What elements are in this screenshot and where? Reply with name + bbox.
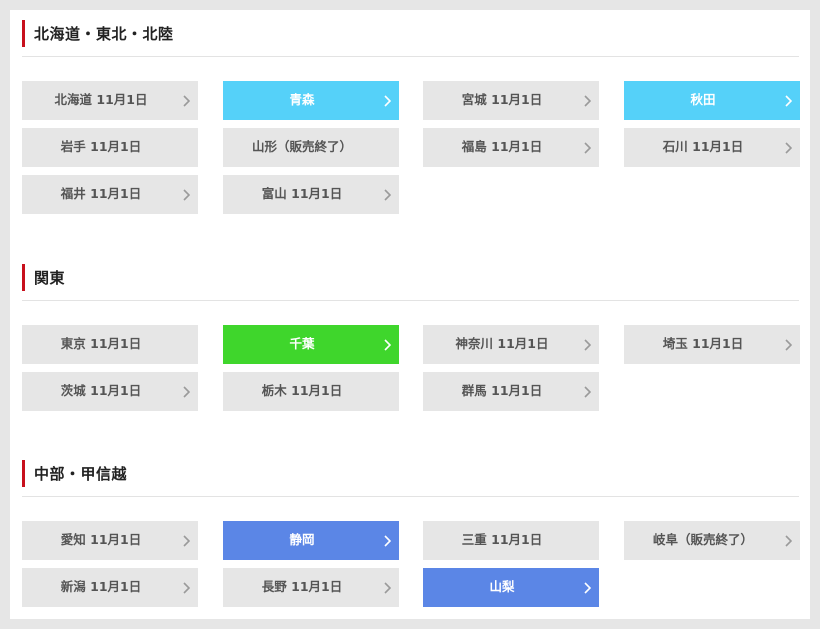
prefecture-label: 新潟 11月1日 <box>60 579 142 594</box>
prefecture-button[interactable]: 愛知 11月1日 <box>22 521 198 560</box>
prefecture-button[interactable]: 長野 11月1日 <box>223 568 399 607</box>
section-hokkaido-tohoku-hokuriku: 北海道・東北・北陸 北海道 11月1日 青森 宮城 11月1日 秋田岩手 11月1日 山… <box>22 20 800 214</box>
prefecture-button[interactable]: 山梨 <box>423 568 599 607</box>
section-title: 中部・甲信越 <box>34 465 128 483</box>
prefecture-label: 群馬 11月1日 <box>461 383 543 398</box>
prefecture-label: 山梨 <box>489 579 515 594</box>
prefecture-button[interactable]: 新潟 11月1日 <box>22 568 198 607</box>
prefecture-label: 山形（販売終了） <box>251 139 352 154</box>
prefecture-label: 埼玉 11月1日 <box>662 336 744 351</box>
chevron-right-icon <box>183 386 190 398</box>
prefecture-label: 栃木 11月1日 <box>261 383 343 398</box>
prefecture-label: 北海道 11月1日 <box>54 92 148 107</box>
chevron-right-icon <box>183 189 190 201</box>
prefecture-button[interactable]: 神奈川 11月1日 <box>423 325 599 364</box>
prefecture-label: 茨城 11月1日 <box>60 383 142 398</box>
section-title: 関東 <box>34 269 66 287</box>
prefecture-button[interactable]: 山形（販売終了） <box>223 128 399 167</box>
chevron-right-icon <box>384 189 391 201</box>
section-kanto: 関東 東京 11月1日 千葉 神奈川 11月1日 埼玉 11月1日茨城 11月1日 栃木… <box>22 264 800 411</box>
prefecture-button[interactable]: 東京 11月1日 <box>22 325 198 364</box>
section-header: 関東 <box>22 264 799 301</box>
chevron-right-icon <box>183 535 190 547</box>
chevron-right-icon <box>384 95 391 107</box>
chevron-right-icon <box>183 582 190 594</box>
prefecture-label: 福島 11月1日 <box>461 139 543 154</box>
chevron-right-icon <box>384 535 391 547</box>
prefecture-button[interactable]: 三重 11月1日 <box>423 521 599 560</box>
prefecture-label: 岐阜（販売終了） <box>652 532 753 547</box>
section-title: 北海道・東北・北陸 <box>34 25 174 43</box>
chevron-right-icon <box>785 339 792 351</box>
chevron-right-icon <box>785 535 792 547</box>
prefecture-button[interactable]: 北海道 11月1日 <box>22 81 198 120</box>
section-accent-bar <box>22 264 25 291</box>
prefecture-label: 東京 11月1日 <box>60 336 142 351</box>
chevron-right-icon <box>584 339 591 351</box>
section-accent-bar <box>22 20 25 47</box>
prefecture-button[interactable]: 千葉 <box>223 325 399 364</box>
prefecture-label: 長野 11月1日 <box>261 579 343 594</box>
chevron-right-icon <box>584 142 591 154</box>
prefecture-button[interactable]: 宮城 11月1日 <box>423 81 599 120</box>
prefecture-button[interactable]: 富山 11月1日 <box>223 175 399 214</box>
section-chubu-koshinetsu: 中部・甲信越 愛知 11月1日 静岡 三重 11月1日 岐阜（販売終了） 新潟 11月1… <box>22 460 800 607</box>
chevron-right-icon <box>785 95 792 107</box>
prefecture-button[interactable]: 青森 <box>223 81 399 120</box>
prefecture-label: 愛知 11月1日 <box>60 532 142 547</box>
prefecture-label: 富山 11月1日 <box>261 186 343 201</box>
prefecture-button[interactable]: 群馬 11月1日 <box>423 372 599 411</box>
prefecture-label: 静岡 <box>289 532 315 547</box>
prefecture-label: 青森 <box>289 92 315 107</box>
prefecture-label: 岩手 11月1日 <box>60 139 142 154</box>
prefecture-label: 秋田 <box>690 92 716 107</box>
prefecture-label: 福井 11月1日 <box>60 186 142 201</box>
prefecture-label: 神奈川 11月1日 <box>455 336 549 351</box>
prefecture-label: 宮城 11月1日 <box>461 92 543 107</box>
prefecture-button[interactable]: 岩手 11月1日 <box>22 128 198 167</box>
chevron-right-icon <box>384 339 391 351</box>
section-header: 中部・甲信越 <box>22 460 799 497</box>
prefecture-button[interactable]: 秋田 <box>624 81 800 120</box>
prefecture-button[interactable]: 岐阜（販売終了） <box>624 521 800 560</box>
prefecture-button[interactable]: 福井 11月1日 <box>22 175 198 214</box>
prefecture-button[interactable]: 石川 11月1日 <box>624 128 800 167</box>
prefecture-label: 石川 11月1日 <box>662 139 744 154</box>
chevron-right-icon <box>584 95 591 107</box>
prefecture-label: 千葉 <box>289 336 315 351</box>
chevron-right-icon <box>183 95 190 107</box>
chevron-right-icon <box>584 582 591 594</box>
prefecture-button[interactable]: 埼玉 11月1日 <box>624 325 800 364</box>
section-accent-bar <box>22 460 25 487</box>
chevron-right-icon <box>785 142 792 154</box>
section-header: 北海道・東北・北陸 <box>22 20 799 57</box>
prefecture-panel: 北海道・東北・北陸 北海道 11月1日 青森 宮城 11月1日 秋田 岩手 11月1日山… <box>10 10 810 619</box>
chevron-right-icon <box>384 582 391 594</box>
prefecture-label: 三重 11月1日 <box>461 532 543 547</box>
chevron-right-icon <box>584 386 591 398</box>
prefecture-button[interactable]: 茨城 11月1日 <box>22 372 198 411</box>
prefecture-button[interactable]: 福島 11月1日 <box>423 128 599 167</box>
prefecture-button[interactable]: 栃木 11月1日 <box>223 372 399 411</box>
prefecture-button[interactable]: 静岡 <box>223 521 399 560</box>
